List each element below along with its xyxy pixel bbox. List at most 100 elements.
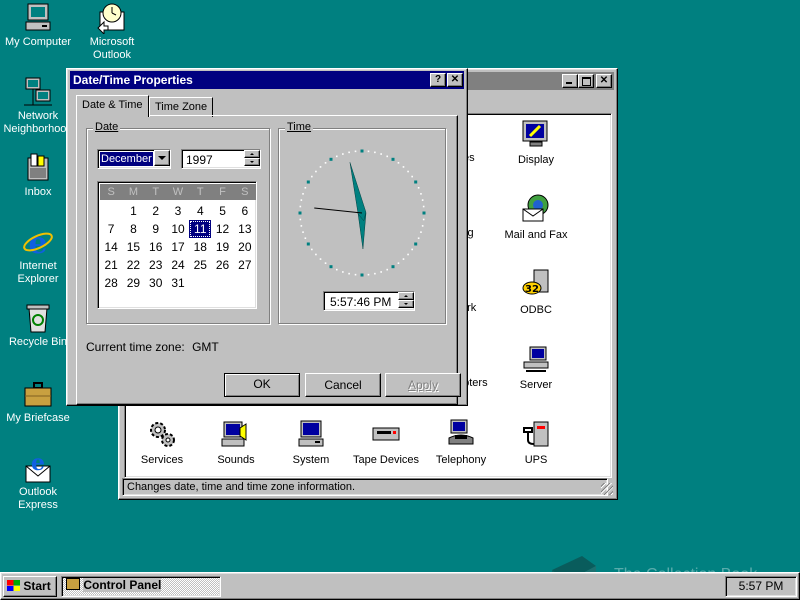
start-label: Start xyxy=(23,579,51,593)
month-dropdown-button[interactable] xyxy=(154,150,170,166)
weekday-label: T xyxy=(152,186,160,198)
calendar-day[interactable]: 28 xyxy=(100,274,122,292)
minimize-button[interactable] xyxy=(562,74,578,88)
cp-item-odbc[interactable]: 32 ODBC xyxy=(493,268,579,316)
cp-item-display[interactable]: Display xyxy=(493,118,579,166)
cp-item-tape-devices[interactable]: Tape Devices xyxy=(343,418,429,466)
time-spinner[interactable]: 5:57:46 PM xyxy=(323,291,415,311)
calendar-day[interactable]: 8 xyxy=(122,220,144,238)
clock-minute-mark xyxy=(367,273,370,276)
calendar-day[interactable]: 3 xyxy=(167,202,189,220)
weekday-label: S xyxy=(241,186,249,198)
desktop-icon-label: My Briefcase xyxy=(6,412,70,424)
weekday-label: M xyxy=(128,186,138,198)
resize-grip[interactable] xyxy=(601,483,613,495)
clock-hour-mark xyxy=(360,149,364,153)
calendar-day[interactable]: 10 xyxy=(167,220,189,238)
calendar-day[interactable]: 1 xyxy=(122,202,144,220)
clock-minute-mark xyxy=(348,151,350,154)
calendar-day[interactable]: 15 xyxy=(122,238,144,256)
desktop-icon-label: Inbox xyxy=(24,186,52,198)
calendar-day[interactable]: 7 xyxy=(100,220,122,238)
outlook-express-icon: e xyxy=(25,452,51,483)
calendar-day[interactable]: 20 xyxy=(234,238,256,256)
calendar-day[interactable]: 19 xyxy=(211,238,233,256)
calendar-day[interactable]: 25 xyxy=(189,256,211,274)
calendar-day[interactable]: 17 xyxy=(167,238,189,256)
dialog-titlebar[interactable]: Date/Time Properties ? ✕ xyxy=(70,71,464,89)
tray-clock[interactable]: 5:57 PM xyxy=(739,579,784,593)
calendar-day[interactable]: 11 xyxy=(189,220,212,238)
calendar-day[interactable]: 18 xyxy=(189,238,211,256)
calendar-day[interactable]: 16 xyxy=(145,238,167,256)
desktop-icon-label: Outlook Express xyxy=(18,486,58,511)
desktop-icon-recycle-bin[interactable]: Recycle Bin xyxy=(0,302,76,349)
calendar-day[interactable]: 30 xyxy=(145,274,167,292)
desktop-icon-my-briefcase[interactable]: My Briefcase xyxy=(0,378,76,425)
help-button[interactable]: ? xyxy=(430,73,446,87)
calendar-day[interactable]: 6 xyxy=(234,202,256,220)
desktop-icon-inbox[interactable]: Inbox xyxy=(0,152,76,199)
desktop-icon-my-computer[interactable]: My Computer xyxy=(0,2,76,49)
clock-minute-mark xyxy=(324,162,327,164)
taskbar-task-control-panel[interactable]: Control Panel xyxy=(61,576,221,597)
calendar-day[interactable]: 29 xyxy=(122,274,144,292)
cp-item-label: System xyxy=(292,454,330,466)
ok-button[interactable]: OK xyxy=(224,373,300,397)
calendar-day[interactable]: 27 xyxy=(234,256,256,274)
tab-date-time[interactable]: Date & Time xyxy=(76,95,149,117)
clock-minute-mark xyxy=(411,175,413,178)
year-spinner[interactable]: 1997 xyxy=(181,149,261,169)
date-time-properties-dialog: Date/Time Properties ? ✕ Date & Time Tim… xyxy=(66,68,468,406)
calendar-day[interactable]: 24 xyxy=(167,256,189,274)
maximize-button[interactable] xyxy=(578,74,594,88)
clock-minute-mark xyxy=(302,193,304,195)
calendar-day[interactable]: 31 xyxy=(167,274,189,292)
apply-button[interactable]: Apply xyxy=(385,373,461,397)
clock-minute-mark xyxy=(420,193,422,195)
time-up-button[interactable] xyxy=(398,292,414,300)
clock-minute-mark xyxy=(417,237,420,240)
clock-minute-mark xyxy=(422,218,425,221)
desktop-icon-network-neighborhood[interactable]: Network Neighborhood xyxy=(0,76,76,136)
cancel-button[interactable]: Cancel xyxy=(305,373,381,397)
desktop-icon-outlook-express[interactable]: e Outlook Express xyxy=(0,452,76,512)
clock-minute-mark xyxy=(348,272,350,275)
calendar-day[interactable]: 22 xyxy=(122,256,144,274)
month-select[interactable]: December xyxy=(97,149,171,169)
calendar-day[interactable]: 2 xyxy=(145,202,167,220)
network-icon xyxy=(24,77,52,106)
cp-item-mail-and-fax[interactable]: Mail and Fax xyxy=(493,193,579,241)
calendar-day[interactable]: 9 xyxy=(145,220,167,238)
tape-devices-icon xyxy=(372,427,400,441)
cp-item-ups[interactable]: UPS xyxy=(493,418,579,466)
cp-item-sounds[interactable]: Sounds xyxy=(193,418,279,466)
calendar-day[interactable]: 21 xyxy=(100,256,122,274)
desktop-icon-microsoft-outlook[interactable]: Microsoft Outlook xyxy=(74,2,150,62)
dialog-close-button[interactable]: ✕ xyxy=(447,73,463,87)
year-up-button[interactable] xyxy=(244,150,260,158)
calendar-day[interactable]: 14 xyxy=(100,238,122,256)
start-button[interactable]: Start xyxy=(3,576,57,597)
time-down-button[interactable] xyxy=(398,300,414,308)
time-group-label: Time xyxy=(285,121,314,133)
calendar-day[interactable]: 13 xyxy=(234,220,256,238)
cp-item-system[interactable]: System xyxy=(268,418,354,466)
year-down-button[interactable] xyxy=(244,158,260,166)
year-value: 1997 xyxy=(186,153,213,167)
calendar-day[interactable]: 23 xyxy=(145,256,167,274)
cp-item-server[interactable]: Server xyxy=(493,343,579,391)
day-grid: 1 2 3 4 5 6 7 8 9 10 11 12 13 14 15 16 17 18 19 20 21 22 23 24 2… xyxy=(100,202,256,292)
odbc-icon: 32 xyxy=(522,269,549,295)
calendar-day[interactable]: 4 xyxy=(189,202,211,220)
calendar-day[interactable]: 12 xyxy=(211,220,233,238)
timezone-label: Current time zone: xyxy=(86,340,185,354)
desktop-icon-internet-explorer[interactable]: e Internet Explorer xyxy=(0,226,76,286)
cp-item-telephony[interactable]: Telephony xyxy=(418,418,504,466)
cp-item-label: Server xyxy=(519,379,553,391)
sounds-icon xyxy=(221,421,247,447)
calendar-day[interactable]: 26 xyxy=(211,256,233,274)
close-button[interactable]: ✕ xyxy=(596,74,612,88)
calendar-day[interactable]: 5 xyxy=(211,202,233,220)
tab-time-zone[interactable]: Time Zone xyxy=(149,97,214,117)
